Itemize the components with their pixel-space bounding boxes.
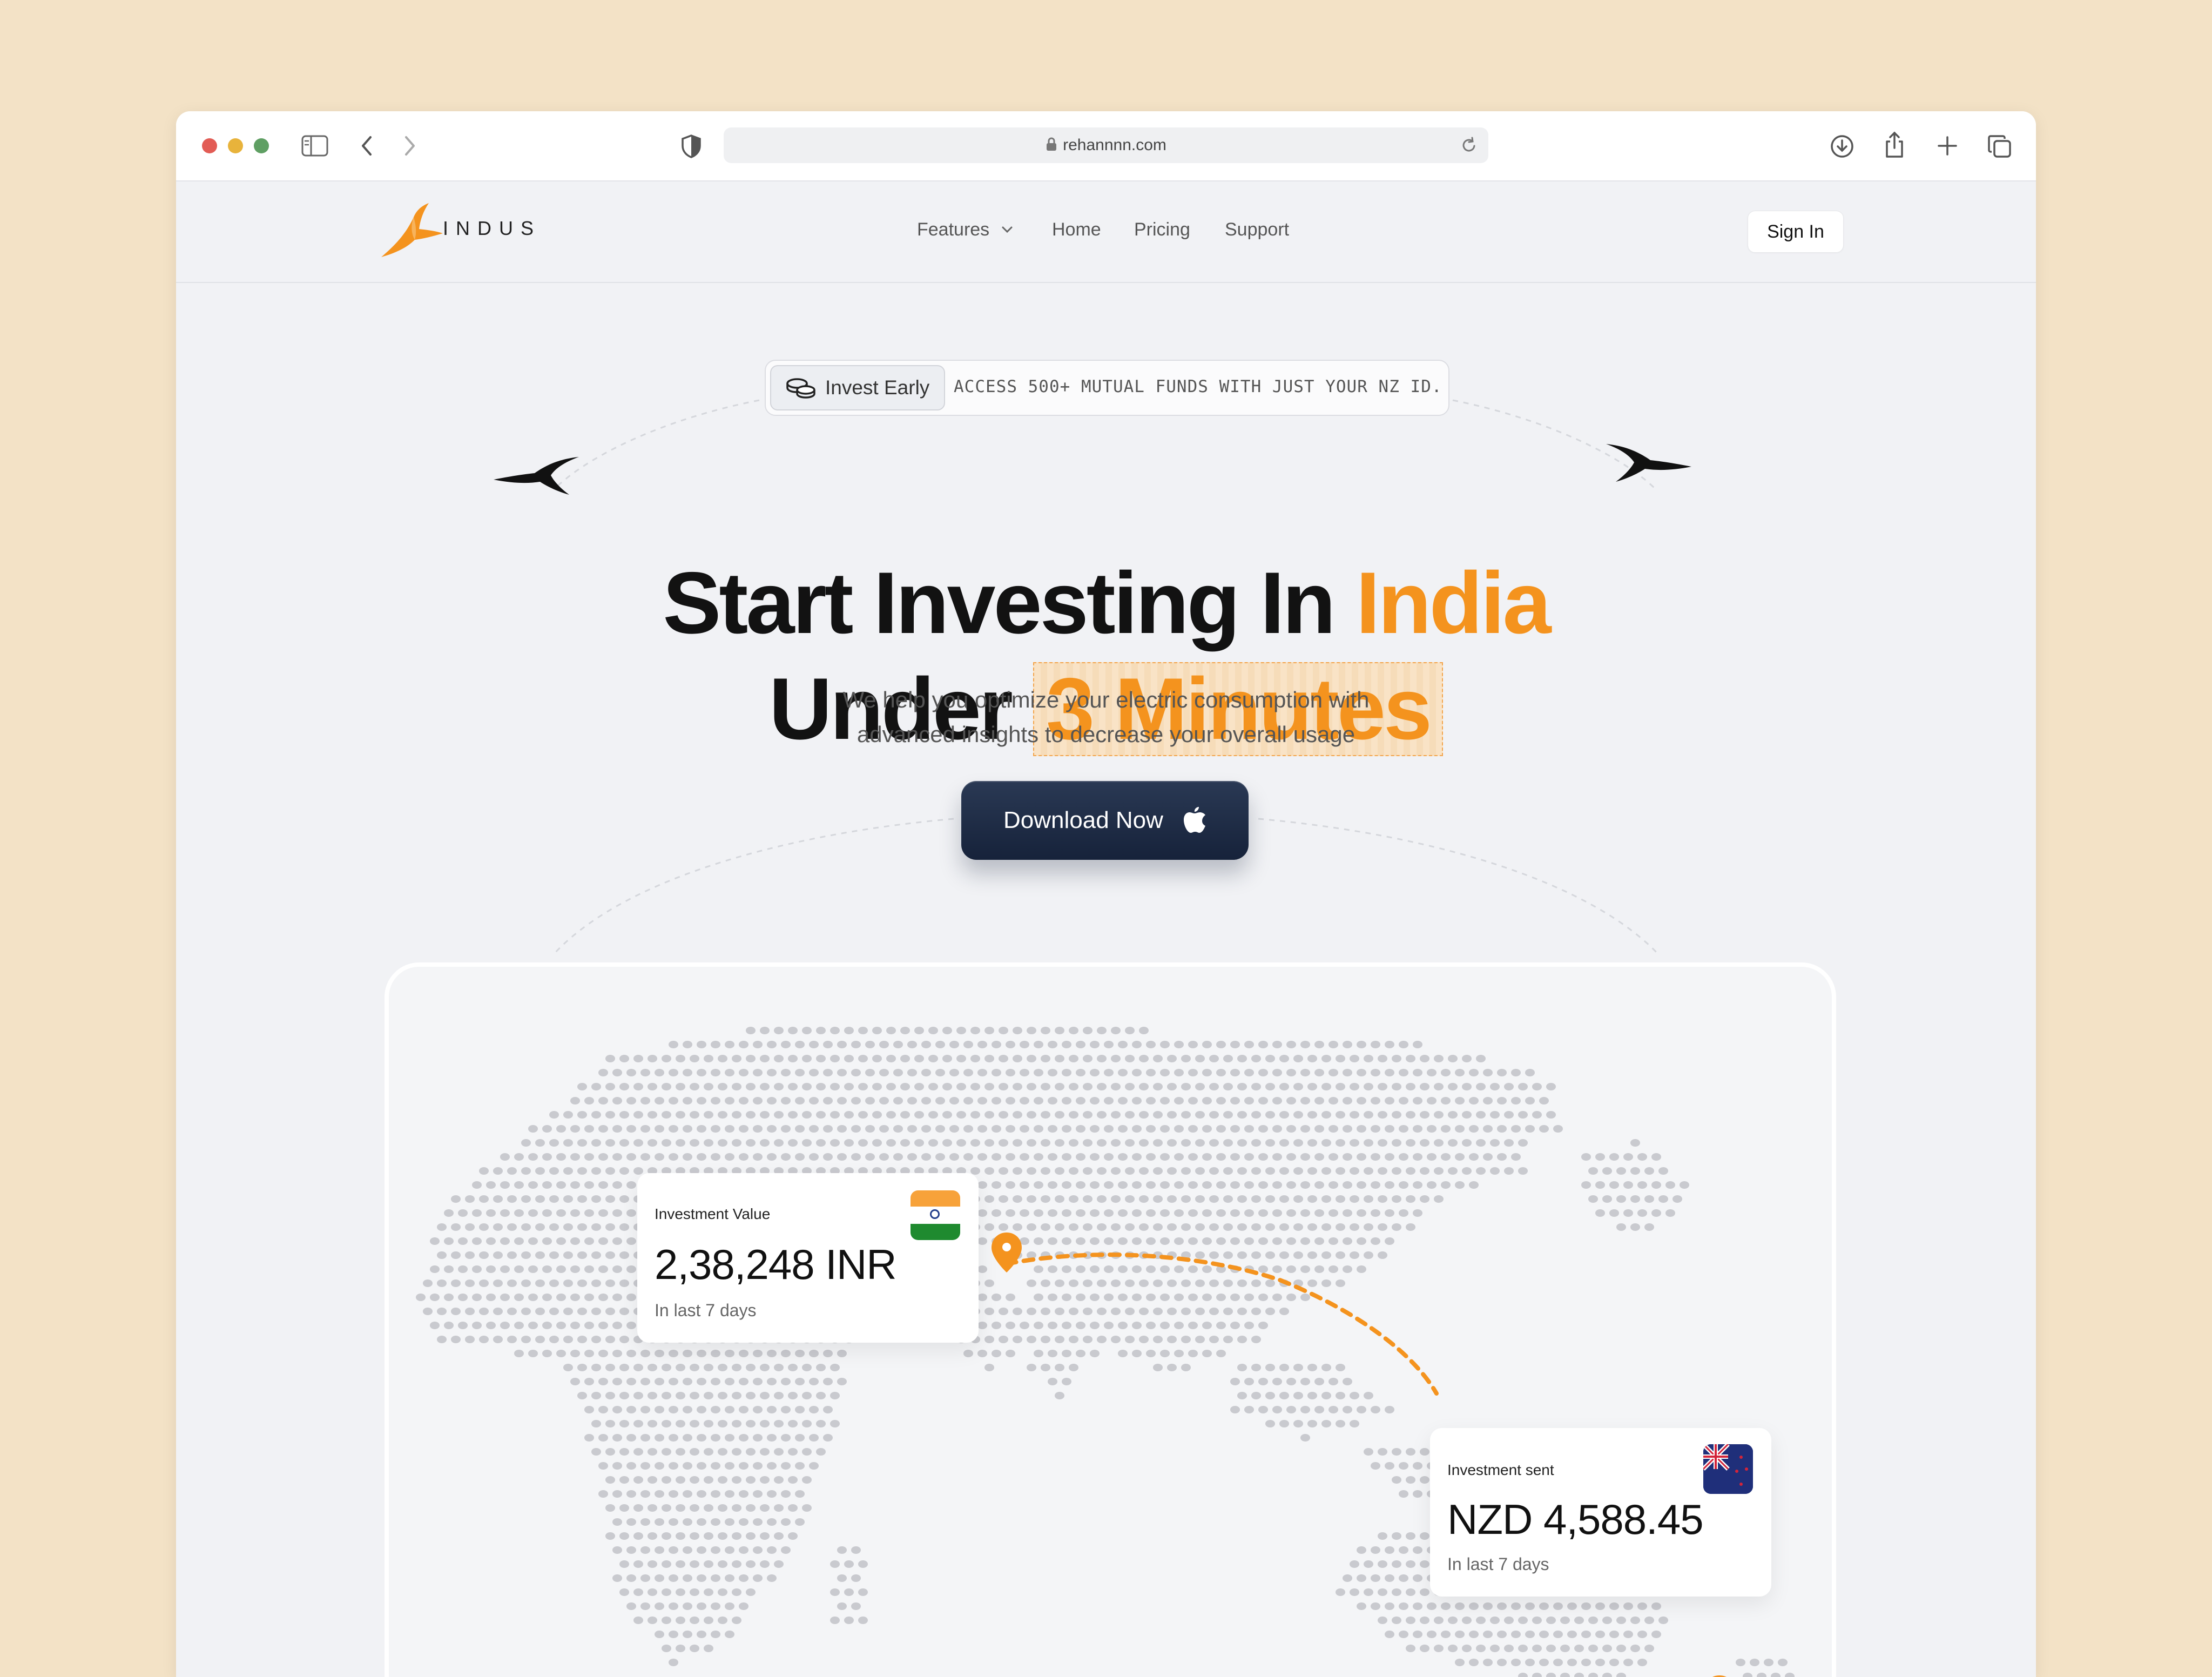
- investment-sent-amount: NZD 4,588.45: [1447, 1496, 1704, 1543]
- map-card: Investment Value 2,38,248 INR In last 7 …: [385, 962, 1836, 1677]
- investment-value-amount: 2,38,248 INR: [655, 1241, 897, 1288]
- india-pin-icon[interactable]: [992, 1233, 1022, 1272]
- bird-left-icon: [494, 457, 579, 495]
- headline-text-1: Start Investing In: [663, 554, 1356, 652]
- nz-flag-icon: [1703, 1444, 1753, 1494]
- headline-accent-india: India: [1355, 554, 1552, 652]
- bird-right-icon: [1606, 444, 1691, 482]
- investment-value-period: In last 7 days: [655, 1301, 757, 1320]
- hero-subtext-line1: We help you optimize your electric consu…: [842, 687, 1370, 712]
- india-flag-icon: [911, 1190, 960, 1240]
- investment-value-card: Investment Value 2,38,248 INR In last 7 …: [637, 1173, 979, 1343]
- investment-sent-card: Investment sent NZD 4,588.45 In last 7 d…: [1430, 1428, 1771, 1597]
- coins-icon: [786, 378, 815, 399]
- badge-pill-label: Invest Early: [825, 376, 930, 399]
- download-now-button[interactable]: Download Now: [961, 781, 1249, 860]
- hero-badge: Invest Early ACCESS 500+ MUTUAL FUNDS WI…: [765, 360, 1449, 416]
- hero-headline-line1: Start Investing In India: [176, 552, 2036, 655]
- route-path: [1004, 1252, 1439, 1396]
- apple-icon: [1184, 807, 1205, 833]
- investment-sent-label: Investment sent: [1447, 1462, 1554, 1478]
- investment-sent-period: In last 7 days: [1447, 1554, 1549, 1574]
- invest-early-pill[interactable]: Invest Early: [770, 365, 945, 410]
- hero-subtext-line2: advanced insights to decrease your overa…: [857, 722, 1355, 747]
- investment-value-label: Investment Value: [655, 1205, 771, 1222]
- browser-window: rehannnn.com INDUS Features Home Pricing…: [176, 111, 2036, 1677]
- download-now-label: Download Now: [1003, 807, 1163, 833]
- badge-text: ACCESS 500+ MUTUAL FUNDS WITH JUST YOUR …: [954, 377, 1442, 396]
